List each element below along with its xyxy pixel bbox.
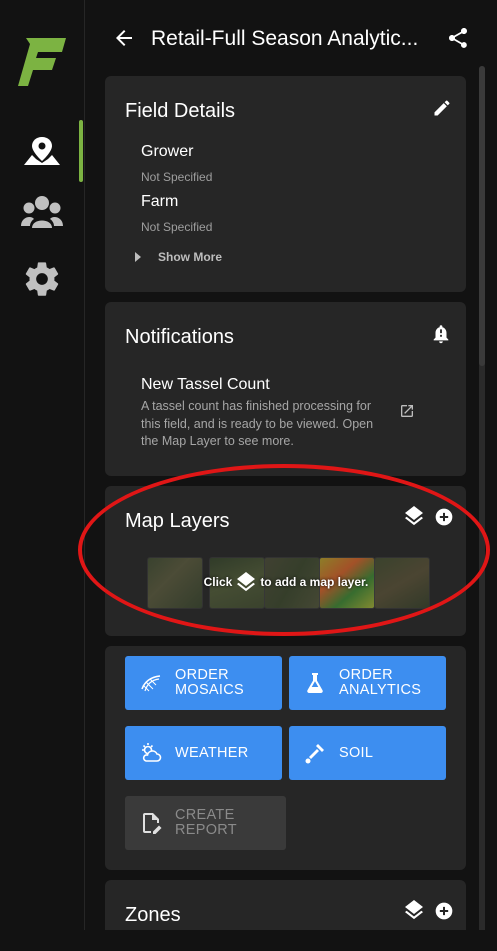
caret-right-icon bbox=[135, 252, 141, 262]
map-layer-previews: Click to add a map layer. bbox=[147, 557, 430, 609]
field-details-card: Field Details Grower Not Specified Farm … bbox=[105, 76, 466, 292]
logo-icon bbox=[18, 38, 66, 86]
map-layer-hint: Click to add a map layer. bbox=[147, 570, 425, 594]
notification-item-title: New Tassel Count bbox=[141, 376, 270, 393]
show-more-toggle[interactable]: Show More bbox=[135, 250, 222, 264]
soil-probe-icon bbox=[305, 744, 324, 764]
grower-label: Grower bbox=[141, 143, 194, 160]
map-pin-icon bbox=[24, 137, 60, 165]
notifications-title: Notifications bbox=[125, 326, 234, 348]
soil-button[interactable]: SOIL bbox=[289, 726, 446, 780]
soil-label: SOIL bbox=[339, 745, 374, 761]
notifications-card: Notifications New Tassel Count A tassel … bbox=[105, 302, 466, 476]
zones-title: Zones bbox=[125, 904, 181, 926]
create-report-line1: CREATE bbox=[175, 807, 235, 823]
share-icon[interactable] bbox=[446, 26, 470, 50]
order-analytics-line2: ANALYTICS bbox=[339, 682, 422, 698]
order-analytics-button[interactable]: ORDER ANALYTICS bbox=[289, 656, 446, 710]
page-title: Retail-Full Season Analytic... bbox=[151, 27, 419, 50]
notification-item-body: A tassel count has finished processing f… bbox=[141, 399, 374, 448]
layers-icon[interactable] bbox=[402, 504, 426, 528]
panel-header: Retail-Full Season Analytic... bbox=[84, 0, 497, 76]
active-nav-indicator bbox=[79, 120, 83, 182]
bottom-mask bbox=[84, 930, 497, 951]
flask-icon bbox=[307, 673, 323, 693]
layers-icon bbox=[237, 572, 256, 592]
bell-icon[interactable] bbox=[430, 322, 452, 346]
order-analytics-line1: ORDER bbox=[339, 667, 393, 683]
report-icon bbox=[143, 813, 162, 834]
edit-icon[interactable] bbox=[432, 98, 452, 118]
show-more-label: Show More bbox=[158, 250, 223, 264]
order-mosaics-button[interactable]: ORDER MOSAICS bbox=[125, 656, 282, 710]
farm-value: Not Specified bbox=[141, 220, 213, 234]
add-circle-icon[interactable] bbox=[434, 507, 454, 527]
weather-icon bbox=[142, 743, 162, 762]
layers-icon[interactable] bbox=[402, 898, 426, 922]
hint-prefix: Click bbox=[203, 575, 233, 589]
map-layers-title: Map Layers bbox=[125, 510, 230, 532]
drone-icon bbox=[141, 675, 161, 692]
settings-nav-button[interactable] bbox=[20, 257, 64, 301]
weather-button[interactable]: WEATHER bbox=[125, 726, 282, 780]
scrollbar-thumb[interactable] bbox=[479, 66, 485, 366]
left-rail bbox=[0, 0, 85, 951]
hint-suffix: to add a map layer. bbox=[260, 575, 369, 589]
people-icon bbox=[21, 196, 63, 228]
gear-icon bbox=[25, 262, 59, 296]
team-nav-button[interactable] bbox=[20, 192, 64, 236]
scrollbar[interactable] bbox=[479, 66, 485, 934]
field-details-title: Field Details bbox=[125, 100, 236, 122]
grower-value: Not Specified bbox=[141, 170, 213, 184]
farm-label: Farm bbox=[141, 193, 179, 210]
weather-label: WEATHER bbox=[175, 745, 249, 761]
open-external-icon[interactable] bbox=[399, 403, 415, 419]
actions-card: ORDER MOSAICS ORDER ANALYTICS WEATHER SOIL… bbox=[105, 646, 466, 870]
create-report-line2: REPORT bbox=[175, 822, 237, 838]
order-mosaics-line1: ORDER bbox=[175, 667, 229, 683]
map-nav-button[interactable] bbox=[20, 130, 64, 174]
create-report-button[interactable]: CREATE REPORT bbox=[125, 796, 286, 850]
map-layers-card: Map Layers Click to add a map layer. bbox=[105, 486, 466, 636]
add-circle-icon[interactable] bbox=[434, 901, 454, 921]
order-mosaics-line2: MOSAICS bbox=[175, 682, 244, 698]
back-arrow-icon[interactable] bbox=[112, 26, 136, 50]
